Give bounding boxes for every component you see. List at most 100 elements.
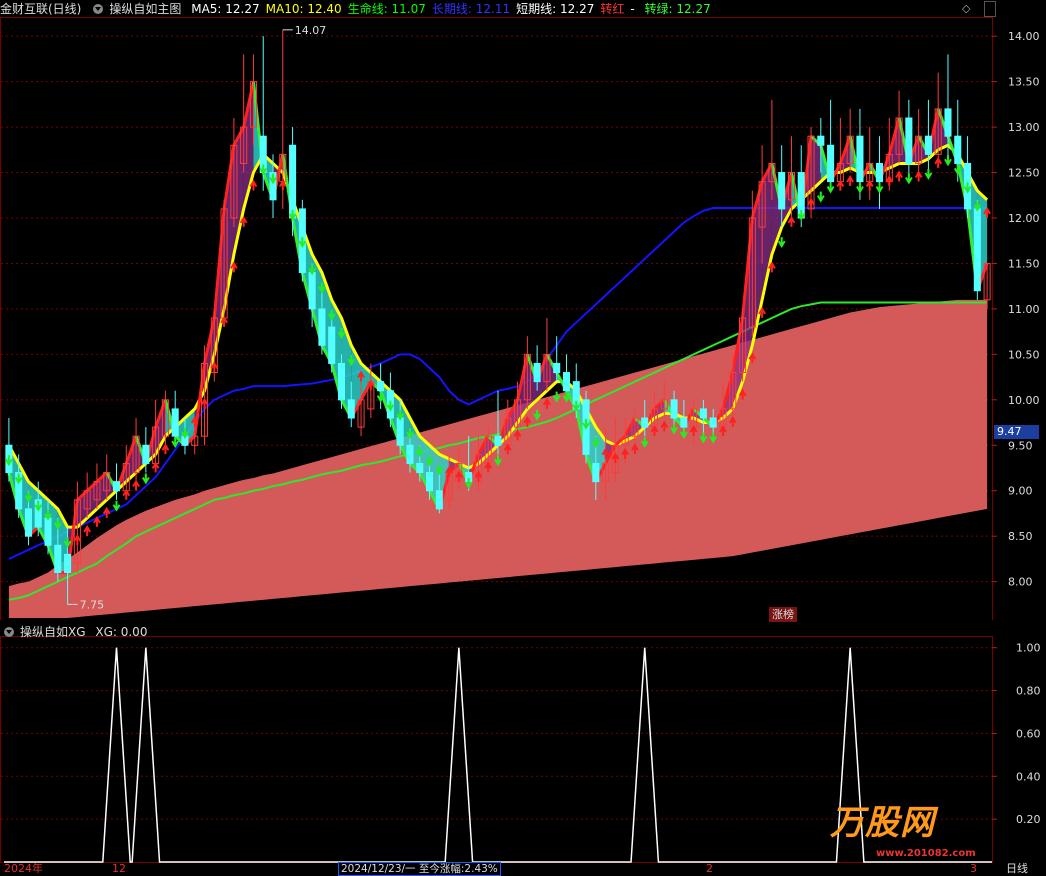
candle-down: [944, 108, 952, 137]
collapse-button[interactable]: [984, 1, 996, 17]
y-tick-label: 8.50: [1008, 530, 1033, 543]
candle-down: [425, 472, 434, 492]
period-label[interactable]: 日线: [1006, 862, 1028, 875]
down-arrow-icon: [944, 155, 952, 167]
candle-down: [778, 172, 786, 210]
down-arrow-icon: [816, 191, 825, 203]
current-price-tag: 9.47: [994, 425, 1039, 439]
candle-down: [875, 162, 884, 183]
candle-down: [680, 417, 688, 428]
y-tick-label: 13.50: [1008, 76, 1040, 89]
candle-down: [592, 462, 600, 483]
sub-y-tick-label: 0.20: [1016, 813, 1041, 826]
up-arrow-icon: [132, 479, 140, 491]
up-arrow-icon: [895, 170, 903, 182]
down-arrow-icon: [904, 173, 913, 185]
candle-down: [377, 381, 385, 392]
up-arrow-icon: [102, 506, 111, 518]
down-arrow-icon: [875, 182, 884, 194]
candle-down: [328, 326, 336, 364]
y-tick-label: 13.00: [1008, 121, 1040, 134]
sub-indicator-dropdown-icon[interactable]: [4, 626, 14, 637]
candle-down: [347, 399, 355, 419]
y-tick-label: 10.00: [1008, 394, 1040, 407]
candle-down: [396, 417, 404, 446]
time-label-feb: 2: [706, 862, 713, 875]
candle-down: [318, 308, 326, 346]
sub-indicator-name[interactable]: 操纵自如XG: [20, 625, 86, 639]
legend-item: -: [630, 2, 639, 16]
annotation-label: 7.75: [80, 598, 105, 611]
candle-down: [954, 135, 962, 164]
date-tooltip: 2024/12/23/一 至今涨幅:2.43%: [338, 862, 501, 876]
y-tick-label: 8.00: [1008, 576, 1033, 589]
time-label-dec: 12: [112, 862, 126, 875]
down-arrow-icon: [856, 182, 864, 194]
candle-down: [289, 144, 297, 219]
candle-down: [699, 408, 707, 419]
up-arrow-icon: [914, 170, 923, 182]
candle-down: [64, 553, 72, 574]
up-arrow-icon: [885, 175, 894, 186]
legend-values: MA5: 12.27 MA10: 12.40 生命线: 11.07 长期线: 12.1…: [191, 2, 717, 16]
indicator-name[interactable]: 操纵自如主图: [109, 2, 181, 16]
candle-down: [44, 517, 52, 546]
candle-down: [337, 362, 346, 401]
up-arrow-icon: [865, 179, 874, 191]
candle-down: [406, 444, 414, 464]
indicator-dropdown-icon[interactable]: [93, 3, 104, 14]
y-tick-label: 11.50: [1008, 257, 1040, 270]
candle-down: [553, 362, 561, 374]
time-axis: 2024年 12 2 3 日线: [0, 862, 1046, 875]
sub-legend: 操纵自如XG XG: 0.00: [0, 623, 153, 641]
up-arrow-icon: [278, 179, 287, 191]
time-label-year: 2024年: [4, 862, 43, 875]
sub-y-tick-label: 0.40: [1016, 770, 1041, 783]
candle-down: [416, 462, 424, 474]
legend-item: 转红: [600, 2, 625, 16]
legend-item: 转绿: 12.27: [644, 2, 711, 16]
sub-y-tick-label: 1.00: [1016, 642, 1041, 655]
y-tick-label: 10.50: [1008, 348, 1040, 361]
candle-down: [905, 117, 913, 164]
candle-down: [562, 372, 571, 392]
up-arrow-icon: [73, 534, 82, 546]
chart-controls: ◇: [962, 2, 970, 15]
y-tick-label: 9.50: [1008, 439, 1033, 452]
sub-indicator-value: XG: 0.00: [95, 625, 148, 639]
candle-down: [641, 417, 649, 428]
candle-down: [670, 399, 678, 419]
zhangbang-badge[interactable]: 涨榜: [769, 607, 797, 622]
candle-down: [817, 135, 825, 146]
legend-item: MA5: 12.27: [191, 2, 260, 16]
y-tick-label: 12.00: [1008, 212, 1040, 225]
stock-title: 金财互联(日线): [0, 2, 82, 16]
sub-y-tick-label: 0.80: [1016, 685, 1041, 698]
watermark-url: www.201082.com: [876, 848, 976, 859]
y-tick-label: 11.00: [1008, 303, 1040, 316]
chart-window: 14.00 13.50 13.00 12.50 12.00 11.50 11.00 10.50…: [0, 0, 1046, 876]
settings-diamond-icon[interactable]: ◇: [962, 2, 970, 15]
down-arrow-icon: [777, 237, 786, 249]
up-arrow-icon: [83, 525, 92, 536]
up-arrow-icon: [122, 488, 131, 500]
candle-down: [54, 544, 62, 574]
candle-down: [308, 272, 316, 310]
main-price-chart[interactable]: 14.00 13.50 13.00 12.50 12.00 11.50 11.00 10.50…: [0, 0, 1046, 620]
y-tick-label: 14.00: [1008, 30, 1040, 43]
candle-down: [171, 408, 179, 437]
candle-down: [856, 135, 864, 183]
candle-down: [435, 490, 443, 510]
up-arrow-icon: [161, 443, 170, 455]
candle-down: [827, 144, 835, 183]
candle-down: [709, 417, 717, 428]
legend-item: 长期线: 12.11: [431, 2, 511, 16]
y-tick-label: 12.50: [1008, 167, 1040, 180]
candle-down: [533, 362, 541, 383]
y-tick-label: 9.00: [1008, 485, 1033, 498]
down-arrow-icon: [141, 473, 150, 485]
legend-item: 生命线: 11.07: [347, 2, 426, 16]
down-arrow-icon: [924, 168, 933, 180]
legend-item: MA10: 12.40: [265, 2, 342, 16]
down-arrow-icon: [826, 182, 835, 194]
